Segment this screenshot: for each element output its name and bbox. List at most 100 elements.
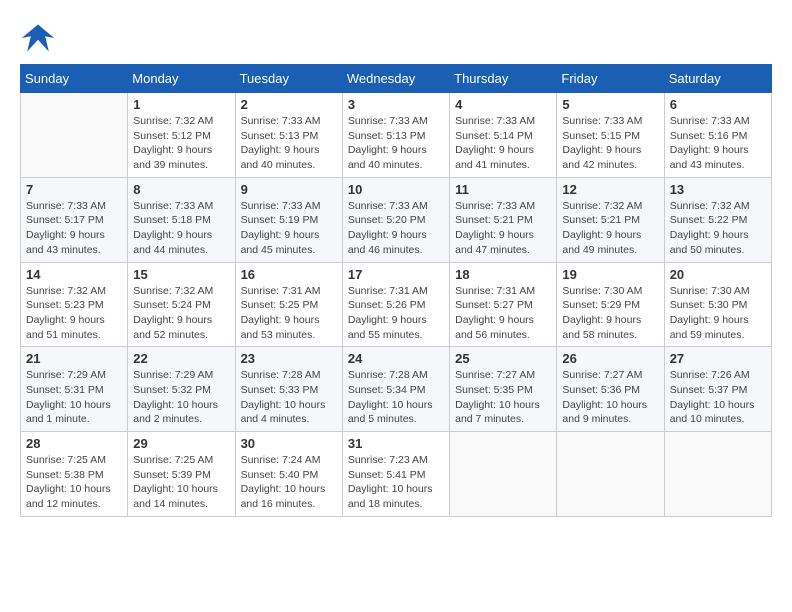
day-number: 26 xyxy=(562,351,658,366)
calendar-cell: 24 Sunrise: 7:28 AMSunset: 5:34 PMDayligh… xyxy=(342,347,449,432)
column-header-sunday: Sunday xyxy=(21,65,128,93)
day-number: 16 xyxy=(241,267,337,282)
calendar-cell: 2 Sunrise: 7:33 AMSunset: 5:13 PMDaylight… xyxy=(235,93,342,178)
day-number: 14 xyxy=(26,267,122,282)
day-info: Sunrise: 7:33 AMSunset: 5:16 PMDaylight:… xyxy=(670,114,766,173)
day-info: Sunrise: 7:23 AMSunset: 5:41 PMDaylight:… xyxy=(348,453,444,512)
day-info: Sunrise: 7:31 AMSunset: 5:27 PMDaylight:… xyxy=(455,284,551,343)
day-info: Sunrise: 7:27 AMSunset: 5:35 PMDaylight:… xyxy=(455,368,551,427)
calendar-week-row: 14 Sunrise: 7:32 AMSunset: 5:23 PMDayligh… xyxy=(21,262,772,347)
calendar-week-row: 7 Sunrise: 7:33 AMSunset: 5:17 PMDaylight… xyxy=(21,177,772,262)
day-number: 29 xyxy=(133,436,229,451)
calendar-cell: 9 Sunrise: 7:33 AMSunset: 5:19 PMDaylight… xyxy=(235,177,342,262)
day-number: 20 xyxy=(670,267,766,282)
day-info: Sunrise: 7:33 AMSunset: 5:13 PMDaylight:… xyxy=(241,114,337,173)
day-info: Sunrise: 7:32 AMSunset: 5:21 PMDaylight:… xyxy=(562,199,658,258)
day-info: Sunrise: 7:32 AMSunset: 5:24 PMDaylight:… xyxy=(133,284,229,343)
day-number: 1 xyxy=(133,97,229,112)
column-header-friday: Friday xyxy=(557,65,664,93)
day-number: 3 xyxy=(348,97,444,112)
calendar-cell: 28 Sunrise: 7:25 AMSunset: 5:38 PMDayligh… xyxy=(21,432,128,517)
day-info: Sunrise: 7:25 AMSunset: 5:39 PMDaylight:… xyxy=(133,453,229,512)
page-header xyxy=(20,20,772,56)
calendar-cell: 4 Sunrise: 7:33 AMSunset: 5:14 PMDaylight… xyxy=(450,93,557,178)
column-header-thursday: Thursday xyxy=(450,65,557,93)
calendar-cell: 5 Sunrise: 7:33 AMSunset: 5:15 PMDaylight… xyxy=(557,93,664,178)
day-info: Sunrise: 7:30 AMSunset: 5:30 PMDaylight:… xyxy=(670,284,766,343)
calendar-cell: 30 Sunrise: 7:24 AMSunset: 5:40 PMDayligh… xyxy=(235,432,342,517)
calendar-cell: 20 Sunrise: 7:30 AMSunset: 5:30 PMDayligh… xyxy=(664,262,771,347)
column-header-tuesday: Tuesday xyxy=(235,65,342,93)
day-number: 13 xyxy=(670,182,766,197)
calendar-cell: 16 Sunrise: 7:31 AMSunset: 5:25 PMDayligh… xyxy=(235,262,342,347)
calendar-table: SundayMondayTuesdayWednesdayThursdayFrid… xyxy=(20,64,772,517)
day-info: Sunrise: 7:32 AMSunset: 5:12 PMDaylight:… xyxy=(133,114,229,173)
calendar-cell: 18 Sunrise: 7:31 AMSunset: 5:27 PMDayligh… xyxy=(450,262,557,347)
day-info: Sunrise: 7:32 AMSunset: 5:23 PMDaylight:… xyxy=(26,284,122,343)
calendar-cell: 1 Sunrise: 7:32 AMSunset: 5:12 PMDaylight… xyxy=(128,93,235,178)
column-header-wednesday: Wednesday xyxy=(342,65,449,93)
day-number: 17 xyxy=(348,267,444,282)
day-number: 23 xyxy=(241,351,337,366)
day-info: Sunrise: 7:27 AMSunset: 5:36 PMDaylight:… xyxy=(562,368,658,427)
day-number: 5 xyxy=(562,97,658,112)
calendar-cell: 26 Sunrise: 7:27 AMSunset: 5:36 PMDayligh… xyxy=(557,347,664,432)
day-info: Sunrise: 7:33 AMSunset: 5:13 PMDaylight:… xyxy=(348,114,444,173)
calendar-header-row: SundayMondayTuesdayWednesdayThursdayFrid… xyxy=(21,65,772,93)
day-number: 9 xyxy=(241,182,337,197)
day-number: 24 xyxy=(348,351,444,366)
day-number: 4 xyxy=(455,97,551,112)
calendar-cell: 12 Sunrise: 7:32 AMSunset: 5:21 PMDayligh… xyxy=(557,177,664,262)
day-number: 7 xyxy=(26,182,122,197)
column-header-saturday: Saturday xyxy=(664,65,771,93)
calendar-cell: 13 Sunrise: 7:32 AMSunset: 5:22 PMDayligh… xyxy=(664,177,771,262)
day-number: 2 xyxy=(241,97,337,112)
calendar-week-row: 1 Sunrise: 7:32 AMSunset: 5:12 PMDaylight… xyxy=(21,93,772,178)
day-info: Sunrise: 7:33 AMSunset: 5:19 PMDaylight:… xyxy=(241,199,337,258)
day-number: 27 xyxy=(670,351,766,366)
day-number: 10 xyxy=(348,182,444,197)
day-info: Sunrise: 7:29 AMSunset: 5:32 PMDaylight:… xyxy=(133,368,229,427)
day-number: 31 xyxy=(348,436,444,451)
day-info: Sunrise: 7:29 AMSunset: 5:31 PMDaylight:… xyxy=(26,368,122,427)
logo-icon xyxy=(20,20,56,56)
day-info: Sunrise: 7:33 AMSunset: 5:18 PMDaylight:… xyxy=(133,199,229,258)
day-info: Sunrise: 7:33 AMSunset: 5:14 PMDaylight:… xyxy=(455,114,551,173)
calendar-cell: 31 Sunrise: 7:23 AMSunset: 5:41 PMDayligh… xyxy=(342,432,449,517)
day-number: 15 xyxy=(133,267,229,282)
calendar-cell: 15 Sunrise: 7:32 AMSunset: 5:24 PMDayligh… xyxy=(128,262,235,347)
calendar-cell: 11Sunrise: 7:33 AMSunset: 5:21 PMDayligh… xyxy=(450,177,557,262)
day-number: 22 xyxy=(133,351,229,366)
day-info: Sunrise: 7:24 AMSunset: 5:40 PMDaylight:… xyxy=(241,453,337,512)
calendar-cell: 25 Sunrise: 7:27 AMSunset: 5:35 PMDayligh… xyxy=(450,347,557,432)
day-number: 28 xyxy=(26,436,122,451)
calendar-cell xyxy=(557,432,664,517)
calendar-cell: 19Sunrise: 7:30 AMSunset: 5:29 PMDayligh… xyxy=(557,262,664,347)
day-info: Sunrise: 7:32 AMSunset: 5:22 PMDaylight:… xyxy=(670,199,766,258)
calendar-cell: 10 Sunrise: 7:33 AMSunset: 5:20 PMDayligh… xyxy=(342,177,449,262)
day-info: Sunrise: 7:30 AMSunset: 5:29 PMDaylight:… xyxy=(562,284,658,343)
day-info: Sunrise: 7:31 AMSunset: 5:26 PMDaylight:… xyxy=(348,284,444,343)
day-number: 30 xyxy=(241,436,337,451)
day-info: Sunrise: 7:33 AMSunset: 5:15 PMDaylight:… xyxy=(562,114,658,173)
day-number: 25 xyxy=(455,351,551,366)
calendar-cell: 3 Sunrise: 7:33 AMSunset: 5:13 PMDaylight… xyxy=(342,93,449,178)
day-info: Sunrise: 7:33 AMSunset: 5:20 PMDaylight:… xyxy=(348,199,444,258)
day-info: Sunrise: 7:31 AMSunset: 5:25 PMDaylight:… xyxy=(241,284,337,343)
calendar-cell: 14 Sunrise: 7:32 AMSunset: 5:23 PMDayligh… xyxy=(21,262,128,347)
calendar-week-row: 21Sunrise: 7:29 AMSunset: 5:31 PMDayligh… xyxy=(21,347,772,432)
calendar-cell: 7 Sunrise: 7:33 AMSunset: 5:17 PMDaylight… xyxy=(21,177,128,262)
calendar-cell: 29 Sunrise: 7:25 AMSunset: 5:39 PMDayligh… xyxy=(128,432,235,517)
column-header-monday: Monday xyxy=(128,65,235,93)
day-number: 18 xyxy=(455,267,551,282)
calendar-cell: 21Sunrise: 7:29 AMSunset: 5:31 PMDayligh… xyxy=(21,347,128,432)
calendar-cell xyxy=(450,432,557,517)
calendar-cell: 27Sunrise: 7:26 AMSunset: 5:37 PMDayligh… xyxy=(664,347,771,432)
day-info: Sunrise: 7:25 AMSunset: 5:38 PMDaylight:… xyxy=(26,453,122,512)
day-info: Sunrise: 7:33 AMSunset: 5:17 PMDaylight:… xyxy=(26,199,122,258)
day-number: 12 xyxy=(562,182,658,197)
day-number: 6 xyxy=(670,97,766,112)
day-info: Sunrise: 7:28 AMSunset: 5:34 PMDaylight:… xyxy=(348,368,444,427)
calendar-cell: 23Sunrise: 7:28 AMSunset: 5:33 PMDayligh… xyxy=(235,347,342,432)
calendar-cell xyxy=(21,93,128,178)
